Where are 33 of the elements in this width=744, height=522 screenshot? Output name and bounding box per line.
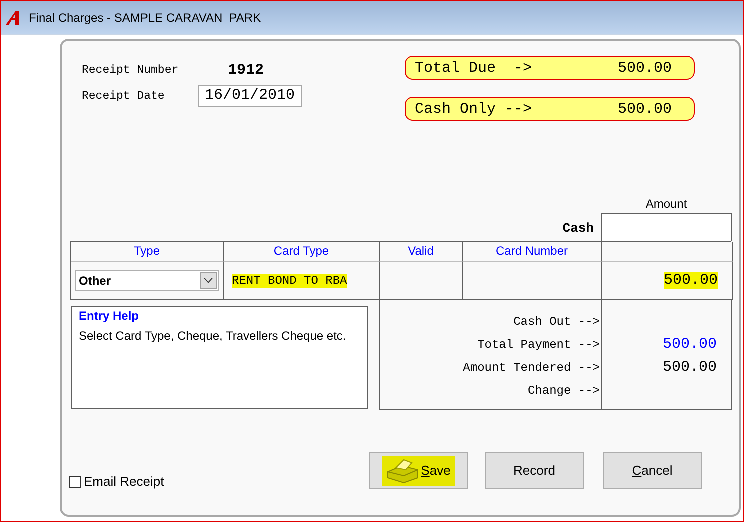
column-header: Type <box>134 244 160 258</box>
cash-field[interactable] <box>601 213 732 241</box>
cash-label: Cash <box>562 221 595 238</box>
checkbox-label[interactable]: Email Receipt <box>84 474 164 489</box>
column-header: Amount <box>644 197 688 213</box>
column-header: Card Number <box>496 244 568 258</box>
summary-label: Cash Out --> <box>512 314 601 328</box>
column-header: Valid <box>408 244 434 258</box>
summary-value: 500.00 <box>662 359 718 376</box>
chevron-icon <box>200 272 217 289</box>
help-text: Select Card Type, Cheque, Travellers Cheque etc. <box>79 329 346 343</box>
summary-label: Total Payment --> <box>476 338 601 352</box>
action-button[interactable]: Cancel <box>603 452 702 489</box>
help-title: Entry Help <box>79 309 140 323</box>
summary-label: Change --> <box>526 384 601 398</box>
action-button[interactable]: Record <box>485 452 584 489</box>
window-title: Final Charges - SAMPLE CARAVAN PARK <box>29 10 262 24</box>
total-value: 500.00 <box>618 60 672 76</box>
save-button[interactable]: Save <box>369 452 468 489</box>
checkbox[interactable] <box>69 476 81 488</box>
type-dropdown[interactable]: Other <box>75 270 219 291</box>
total-label: Cash Only --> <box>415 100 532 118</box>
date-field[interactable]: 16/01/2010 <box>198 85 302 107</box>
total-label: Total Due -> <box>415 60 532 76</box>
field-label: Receipt Number <box>82 64 180 77</box>
summary-value: 500.00 <box>662 336 718 353</box>
printer-icon <box>386 458 420 484</box>
receipt-number: 1912 <box>226 62 265 79</box>
total-value: 500.00 <box>618 100 672 118</box>
summary-label: Amount Tendered --> <box>462 360 601 374</box>
table-cell: 500.00 <box>664 272 718 289</box>
field-label: Receipt Date <box>82 90 166 102</box>
column-header: Card Type <box>274 244 330 258</box>
